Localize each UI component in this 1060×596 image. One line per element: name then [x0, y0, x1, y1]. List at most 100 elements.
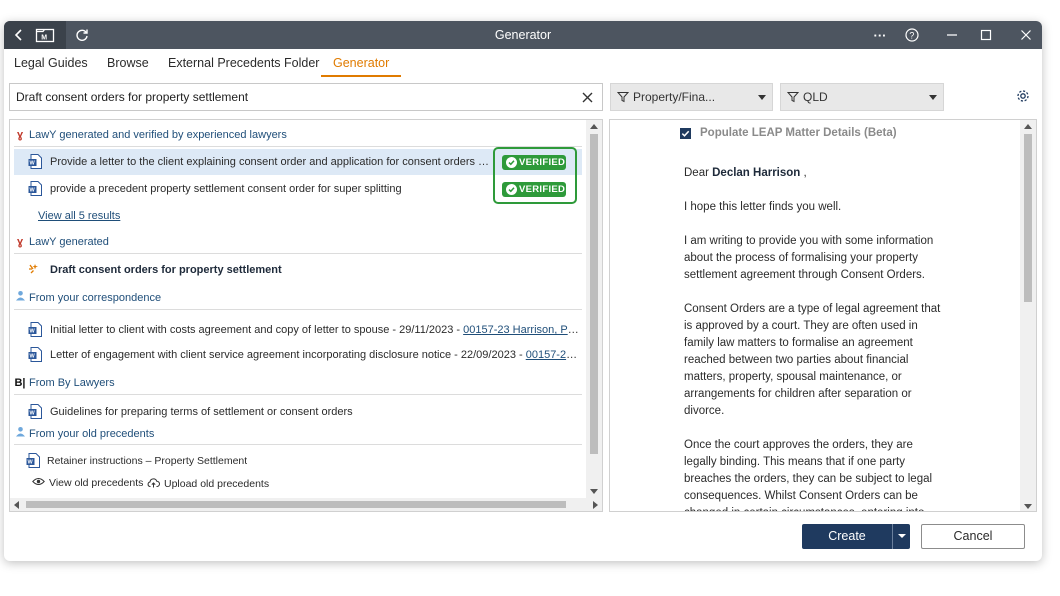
- category-filter-dropdown[interactable]: Property/Fina...: [610, 83, 773, 111]
- chevron-down-icon: [758, 95, 766, 100]
- svg-text:W: W: [30, 411, 36, 417]
- tab-bar: Legal Guides Browse External Precedents …: [4, 49, 1042, 77]
- svg-text:W: W: [30, 188, 36, 194]
- word-document-icon: W: [28, 322, 42, 340]
- cancel-button[interactable]: Cancel: [921, 524, 1025, 549]
- scroll-up-icon[interactable]: [590, 124, 598, 129]
- back-icon[interactable]: [10, 21, 28, 49]
- letter-preview: Dear Declan Harrison , I hope this lette…: [684, 165, 946, 511]
- more-options-icon[interactable]: ···: [870, 21, 890, 49]
- generated-draft-title: Draft consent orders for property settle…: [50, 264, 282, 276]
- word-document-icon: W: [28, 404, 42, 422]
- scroll-up-icon[interactable]: [1024, 124, 1032, 129]
- populate-matter-details-option[interactable]: Populate LEAP Matter Details (Beta): [680, 124, 897, 142]
- tab-external-precedents-folder[interactable]: External Precedents Folder: [168, 49, 319, 77]
- client-name: Declan Harrison: [712, 167, 801, 179]
- populate-label: Populate LEAP Matter Details (Beta): [700, 127, 897, 139]
- lawy-logo-icon: ɣ: [16, 236, 24, 248]
- matter-link[interactable]: 00157-23 Harrison, Prop...: [463, 324, 580, 336]
- cloud-upload-icon: [147, 477, 160, 491]
- chevron-down-icon: [898, 534, 906, 538]
- scroll-down-icon[interactable]: [590, 489, 598, 494]
- title-bar: M Generator ··· ?: [4, 21, 1042, 49]
- scroll-thumb[interactable]: [1024, 134, 1032, 302]
- eye-icon: [32, 477, 45, 489]
- scroll-right-icon[interactable]: [593, 501, 598, 509]
- letter-paragraph: I hope this letter finds you well.: [684, 201, 842, 213]
- filter-icon: [786, 91, 800, 106]
- clear-search-icon[interactable]: [578, 88, 596, 106]
- section-header-old-precedents: From your old precedents: [14, 425, 154, 443]
- correspondence-row-2[interactable]: W Letter of engagement with client servi…: [14, 342, 582, 368]
- letter-paragraph: I am writing to provide you with some in…: [684, 235, 934, 281]
- preview-panel: Populate LEAP Matter Details (Beta) Dear…: [609, 119, 1037, 512]
- old-precedent-title: Retainer instructions – Property Settlem…: [47, 455, 248, 467]
- check-icon: [506, 157, 517, 168]
- check-icon: [506, 184, 517, 195]
- word-document-icon: W: [28, 181, 42, 199]
- word-document-icon: W: [28, 347, 42, 365]
- scroll-left-icon[interactable]: [14, 501, 19, 509]
- tab-generator[interactable]: Generator: [321, 49, 402, 77]
- correspondence-row-1[interactable]: W Initial letter to client with costs ag…: [14, 317, 582, 343]
- create-button-label: Create: [828, 529, 866, 543]
- matter-folder-icon[interactable]: M: [34, 21, 56, 49]
- letter-paragraph: Consent Orders are a type of legal agree…: [684, 303, 941, 417]
- letter-paragraph: Once the court approves the orders, they…: [684, 439, 933, 511]
- correspondence-title: Initial letter to client with costs agre…: [50, 324, 464, 336]
- divider: [14, 394, 582, 395]
- upload-old-precedents-button[interactable]: Upload old precedents: [147, 477, 269, 491]
- filter-icon: [616, 91, 630, 106]
- by-lawyers-row[interactable]: W Guidelines for preparing terms of sett…: [14, 399, 582, 425]
- tab-browse[interactable]: Browse: [107, 49, 149, 77]
- view-old-precedents-button[interactable]: View old precedents: [32, 477, 143, 489]
- matter-link[interactable]: 00157-23 H...: [526, 349, 580, 361]
- search-input[interactable]: [16, 88, 576, 106]
- gear-icon[interactable]: [1016, 89, 1030, 106]
- divider: [14, 309, 582, 310]
- close-icon[interactable]: [1016, 21, 1036, 49]
- svg-text:M: M: [41, 35, 47, 42]
- old-precedent-row[interactable]: W Retainer instructions – Property Settl…: [14, 448, 582, 474]
- state-filter-value: QLD: [803, 90, 828, 104]
- view-all-results-link[interactable]: View all 5 results: [38, 210, 120, 222]
- generated-draft-row[interactable]: Draft consent orders for property settle…: [14, 257, 582, 283]
- create-options-dropdown[interactable]: [892, 524, 910, 549]
- populate-checkbox[interactable]: [680, 127, 691, 139]
- lawy-logo-icon: ɣ: [16, 129, 24, 141]
- generator-window: M Generator ··· ? Legal Guides Browse Ex…: [4, 21, 1042, 561]
- svg-text:W: W: [30, 354, 36, 360]
- tab-legal-guides[interactable]: Legal Guides: [14, 49, 88, 77]
- letter-salutation: Dear Declan Harrison ,: [684, 167, 807, 179]
- create-button[interactable]: Create: [802, 524, 910, 549]
- help-icon[interactable]: ?: [902, 21, 922, 49]
- result-title: Provide a letter to the client explainin…: [50, 156, 490, 168]
- search-box: [9, 83, 603, 111]
- verified-badge: VERIFIED: [502, 155, 566, 170]
- preview-vertical-scrollbar[interactable]: [1020, 120, 1036, 511]
- section-header-by-lawyers: B| From By Lawyers: [14, 374, 114, 392]
- by-lawyers-title: Guidelines for preparing terms of settle…: [50, 406, 353, 418]
- svg-text:W: W: [30, 329, 36, 335]
- divider: [14, 444, 582, 445]
- scroll-thumb[interactable]: [26, 501, 566, 508]
- results-horizontal-scrollbar[interactable]: [10, 498, 602, 511]
- results-vertical-scrollbar[interactable]: [586, 120, 602, 498]
- state-filter-dropdown[interactable]: QLD: [780, 83, 944, 111]
- scroll-down-icon[interactable]: [1024, 504, 1032, 509]
- results-list: ɣ LawY generated and verified by experien…: [10, 120, 586, 498]
- section-header-generated: ɣ LawY generated: [14, 233, 109, 251]
- refresh-icon[interactable]: [72, 21, 92, 49]
- svg-text:W: W: [30, 161, 36, 167]
- user-icon: [14, 289, 26, 307]
- word-document-icon: W: [28, 154, 42, 172]
- svg-text:W: W: [28, 460, 34, 466]
- minimize-icon[interactable]: [942, 21, 962, 49]
- divider: [14, 253, 582, 254]
- scroll-thumb[interactable]: [590, 134, 598, 454]
- sparkle-icon: [28, 263, 40, 278]
- result-title: provide a precedent property settlement …: [50, 183, 402, 195]
- maximize-icon[interactable]: [976, 21, 996, 49]
- chevron-down-icon: [929, 95, 937, 100]
- word-document-icon: W: [26, 453, 40, 471]
